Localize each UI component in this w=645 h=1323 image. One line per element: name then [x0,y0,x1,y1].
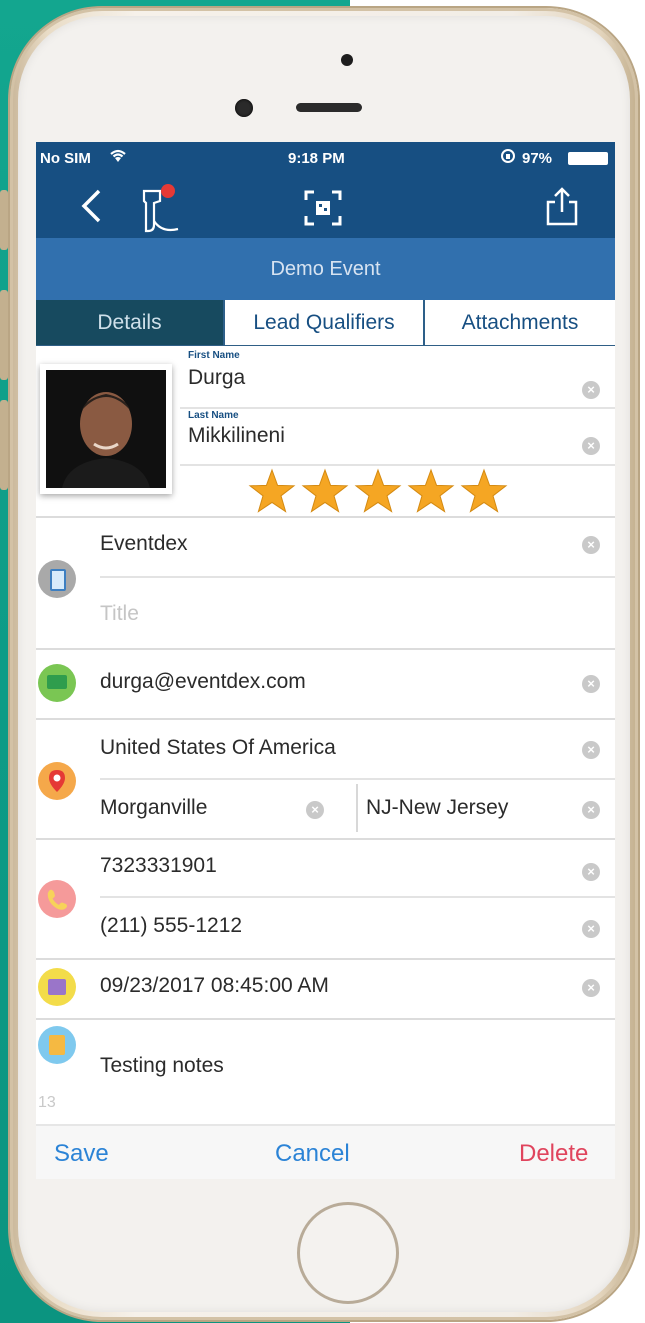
volume-down-button [0,400,8,490]
title-field[interactable]: Title [100,602,139,626]
tab-details[interactable]: Details [36,300,225,345]
back-button[interactable] [80,188,102,229]
proximity-sensor [341,54,353,66]
divider [100,576,615,578]
earpiece-speaker [296,103,362,112]
notes-field[interactable]: Testing notes [100,1054,224,1078]
status-time: 9:18 PM [288,150,345,167]
first-name-label: First Name [188,350,240,361]
notes-section: Testing notes 13 [36,1020,615,1124]
app-screen: No SIM 9:18 PM 97% Demo Event Details Le… [36,142,615,1179]
nav-bar [36,176,615,238]
barcode-scanner-icon [142,184,179,233]
clear-phone-secondary-icon[interactable]: × [582,920,600,938]
divider [356,784,358,832]
last-name-field[interactable]: Mikkilineni [188,424,285,448]
clear-datetime-icon[interactable]: × [582,979,600,997]
chevron-left-icon [81,189,101,223]
qr-scan-button[interactable] [304,190,342,231]
share-button[interactable] [544,186,580,231]
status-bar: No SIM 9:18 PM 97% [36,142,615,176]
clear-company-icon[interactable]: × [582,536,600,554]
contact-photo [46,370,166,488]
divider [180,407,615,409]
company-section: Eventdex × Title [36,518,615,650]
notes-icon [38,1026,76,1064]
mute-switch [0,190,8,250]
first-name-field[interactable]: Durga [188,366,245,390]
phone-icon [38,880,76,918]
scanner-button[interactable] [134,181,190,240]
tab-lead-qualifiers[interactable]: Lead Qualifiers [225,300,425,345]
last-name-label: Last Name [188,410,239,421]
phone-section: 7323331901 × (211) 555-1212 × [36,840,615,960]
email-field[interactable]: durga@eventdex.com [100,670,306,694]
star-icon [460,468,508,513]
action-bar: Save Cancel Delete [36,1124,615,1179]
share-icon [546,187,578,226]
divider [100,896,615,898]
company-field[interactable]: Eventdex [100,532,188,556]
star-icon [354,468,402,513]
location-pin-icon [38,762,76,800]
phone-device-icon [38,560,76,598]
country-field[interactable]: United States Of America [100,736,336,760]
clear-city-icon[interactable]: × [306,801,324,819]
state-field[interactable]: NJ-New Jersey [366,796,508,820]
clear-email-icon[interactable]: × [582,675,600,693]
cancel-button[interactable]: Cancel [275,1140,350,1168]
save-button[interactable]: Save [54,1140,109,1168]
avatar[interactable] [40,364,172,494]
clear-phone-primary-icon[interactable]: × [582,863,600,881]
phone-primary-field[interactable]: 7323331901 [100,854,217,878]
name-section: First Name Durga × Last Name Mikkilineni… [36,346,615,518]
carrier-label: No SIM [40,150,91,167]
tab-attachments[interactable]: Attachments [425,300,615,345]
divider [180,464,615,466]
calendar-icon [38,968,76,1006]
email-icon [38,664,76,702]
front-camera [235,99,253,117]
star-icon [248,468,296,513]
notes-char-count: 13 [38,1094,56,1111]
clear-last-name-icon[interactable]: × [582,437,600,455]
event-title: Demo Event [36,238,615,300]
phone-secondary-field[interactable]: (211) 555-1212 [100,914,242,938]
email-section: durga@eventdex.com × [36,650,615,720]
divider [100,778,615,780]
clear-country-icon[interactable]: × [582,741,600,759]
address-section: United States Of America × Morganville ×… [36,720,615,840]
star-icon [407,468,455,513]
star-icon [301,468,349,513]
clear-state-icon[interactable]: × [582,801,600,819]
tab-bar: Details Lead Qualifiers Attachments [36,300,615,346]
clear-first-name-icon[interactable]: × [582,381,600,399]
rating-stars[interactable] [248,468,508,519]
home-button[interactable] [297,1202,399,1304]
datetime-section: 09/23/2017 08:45:00 AM × [36,960,615,1020]
battery-percent: 97% [522,150,553,167]
orientation-lock-icon [500,148,516,168]
datetime-field[interactable]: 09/23/2017 08:45:00 AM [100,974,329,998]
delete-button[interactable]: Delete [519,1140,588,1168]
city-field[interactable]: Morganville [100,796,207,820]
wifi-icon [108,147,128,167]
qr-scan-icon [304,190,342,226]
volume-up-button [0,290,8,380]
battery-icon [568,152,608,165]
